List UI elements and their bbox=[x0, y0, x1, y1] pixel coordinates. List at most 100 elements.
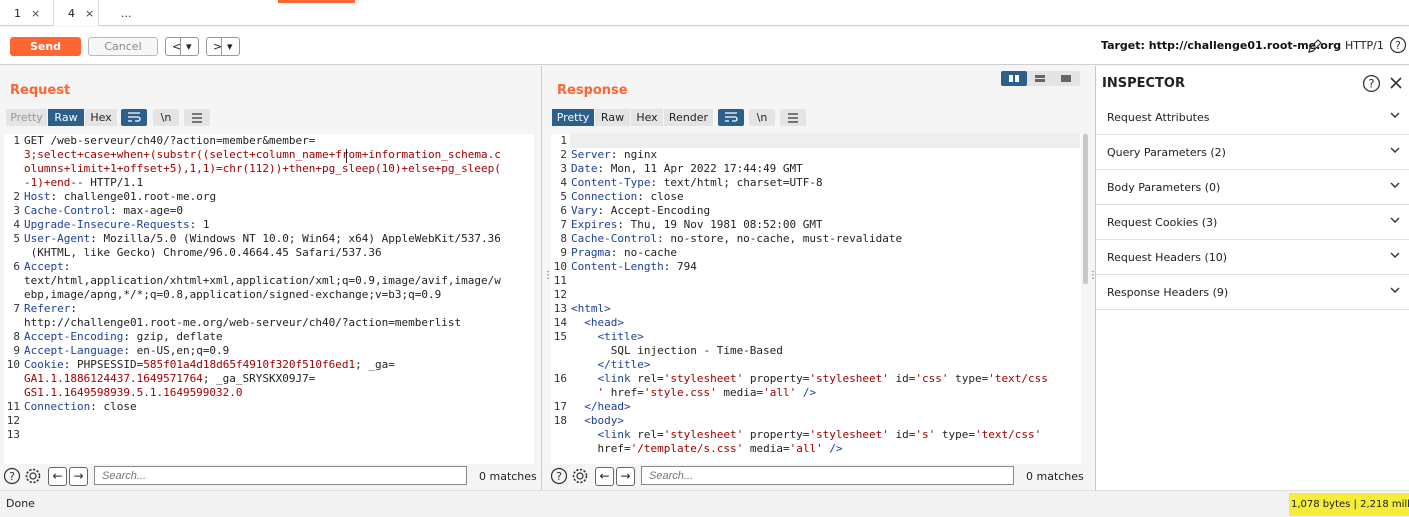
close-icon[interactable] bbox=[1389, 76, 1403, 90]
back-menu-icon[interactable]: ▾ bbox=[186, 38, 192, 55]
line-text: <head> bbox=[571, 316, 624, 330]
code-token: : Mozilla/5.0 (Windows NT 10.0; Win64; x… bbox=[90, 232, 501, 245]
response-search-input[interactable] bbox=[641, 466, 1014, 485]
search-next-button[interactable]: → bbox=[69, 467, 88, 486]
search-next-button[interactable]: → bbox=[616, 467, 635, 486]
tab-pretty[interactable]: Pretty bbox=[552, 109, 594, 126]
newline-toggle[interactable]: \n bbox=[153, 109, 179, 126]
line-text: GS1.1.1649598939.5.1.1649599032.0 bbox=[24, 386, 243, 400]
code-token: rel= bbox=[637, 428, 664, 441]
code-line: 5 Connection: close bbox=[551, 190, 1081, 204]
chevron-down-icon[interactable] bbox=[1390, 213, 1400, 230]
code-token: ' bbox=[571, 386, 611, 399]
pencil-icon[interactable] bbox=[1306, 37, 1324, 55]
code-line: 9 Pragma: no-cache bbox=[551, 246, 1081, 260]
response-editor[interactable]: 1HTTP/1.1 200 OK2Server: nginx3Date: Mon… bbox=[551, 134, 1081, 464]
inspector-panel: INSPECTOR ? Request Attributes Query Par… bbox=[1095, 66, 1409, 490]
line-number: 15 bbox=[553, 330, 567, 343]
code-token: 585f01a4d18d65f4910f320f510f6ed1 bbox=[143, 358, 356, 371]
code-token: 'text/css' bbox=[975, 428, 1042, 441]
tab-hex[interactable]: Hex bbox=[631, 109, 663, 126]
newline-toggle[interactable]: \n bbox=[749, 109, 775, 126]
tab-render[interactable]: Render bbox=[664, 109, 713, 126]
code-token: Host bbox=[24, 190, 51, 203]
menu-icon[interactable] bbox=[780, 109, 806, 126]
cancel-button[interactable]: Cancel bbox=[88, 37, 158, 56]
code-token: olumns+limit+1+offset+5),1,1)=chr(112))+… bbox=[24, 162, 501, 175]
send-button[interactable]: Send bbox=[10, 37, 81, 56]
wrap-icon[interactable] bbox=[121, 109, 147, 126]
line-number: 12 bbox=[553, 288, 567, 301]
code-line: 3;select+case+when+(substr((select+colum… bbox=[4, 148, 534, 162]
tab-raw[interactable]: Raw bbox=[48, 109, 84, 126]
chevron-down-icon[interactable] bbox=[1390, 283, 1400, 300]
inspector-section-request-cookies[interactable]: Request Cookies (3) bbox=[1096, 205, 1409, 240]
line-number: 3 bbox=[13, 204, 20, 217]
active-tab-indicator bbox=[278, 0, 355, 3]
help-icon[interactable]: ? bbox=[550, 467, 568, 485]
menu-icon[interactable] bbox=[184, 109, 210, 126]
request-editor[interactable]: 1 GET /web-serveur/ch40/?action=member&me… bbox=[4, 134, 534, 464]
layout-stacked-icon[interactable] bbox=[1027, 71, 1053, 86]
line-number: 2 bbox=[560, 148, 567, 161]
close-icon[interactable]: × bbox=[31, 7, 40, 20]
code-token: : en-US,en;q=0.9 bbox=[123, 344, 230, 357]
chevron-down-icon[interactable] bbox=[1390, 248, 1400, 265]
line-text: ebp,image/apng,*/*;q=0.8,application/sig… bbox=[24, 288, 441, 302]
tab-4[interactable]: 4 × bbox=[53, 0, 99, 26]
line-text: Accept-Language: en-US,en;q=0.9 bbox=[24, 344, 229, 358]
inspector-section-body-parameters[interactable]: Body Parameters (0) bbox=[1096, 170, 1409, 205]
code-token: rel= bbox=[637, 372, 664, 385]
forward-menu-icon[interactable]: ▾ bbox=[227, 38, 233, 55]
panel-divider[interactable] bbox=[541, 66, 542, 490]
tab-more[interactable]: ... bbox=[121, 0, 132, 26]
http-version[interactable]: HTTP/1 bbox=[1345, 39, 1384, 52]
code-token: : text/html; charset=UTF-8 bbox=[650, 176, 823, 189]
forward-button[interactable]: > ▾ bbox=[206, 37, 240, 56]
code-line: <link rel='stylesheet' property='stylesh… bbox=[551, 428, 1081, 442]
layout-split-icon[interactable] bbox=[1001, 71, 1027, 86]
chevron-down-icon[interactable] bbox=[1390, 178, 1400, 195]
line-number: 5 bbox=[560, 190, 567, 203]
back-button[interactable]: < ▾ bbox=[165, 37, 199, 56]
inspector-section-request-attributes[interactable]: Request Attributes bbox=[1096, 100, 1409, 135]
settings-gear-icon[interactable] bbox=[571, 467, 589, 485]
code-token: 'text/css bbox=[988, 372, 1048, 385]
settings-gear-icon[interactable] bbox=[24, 467, 42, 485]
code-line: (KHTML, like Gecko) Chrome/96.0.4664.45 … bbox=[4, 246, 534, 260]
help-icon[interactable]: ? bbox=[1362, 74, 1381, 93]
text-cursor bbox=[346, 149, 347, 163]
code-token: Content-Length bbox=[571, 260, 664, 273]
tab-raw[interactable]: Raw bbox=[595, 109, 630, 126]
tab-pretty[interactable]: Pretty bbox=[6, 109, 47, 126]
inspector-section-response-headers[interactable]: Response Headers (9) bbox=[1096, 275, 1409, 310]
help-icon[interactable]: ? bbox=[1389, 36, 1407, 54]
code-token: ; _ga= bbox=[355, 358, 395, 371]
search-previous-button[interactable]: ← bbox=[595, 467, 614, 486]
line-number: 2 bbox=[13, 190, 20, 203]
code-token: : max-age=0 bbox=[110, 204, 183, 217]
close-icon[interactable]: × bbox=[85, 7, 94, 20]
request-search-input[interactable] bbox=[94, 466, 467, 485]
line-text: (KHTML, like Gecko) Chrome/96.0.4664.45 … bbox=[24, 246, 382, 260]
layout-single-icon[interactable] bbox=[1053, 71, 1079, 86]
code-token: (KHTML, like Gecko) Chrome/96.0.4664.45 … bbox=[24, 246, 382, 259]
response-scrollbar[interactable] bbox=[1083, 134, 1088, 284]
search-previous-button[interactable]: ← bbox=[48, 467, 67, 486]
line-text: href='/template/s.css' media='all' /> bbox=[571, 442, 842, 456]
code-line: GA1.1.1886124437.1649571764; _ga_SRYSKX0… bbox=[4, 372, 534, 386]
tab-1[interactable]: 1 × bbox=[14, 0, 40, 26]
code-token: GS1.1.1649598939.5.1.1649599032.0 bbox=[24, 386, 243, 399]
code-token: media= bbox=[749, 442, 790, 455]
line-number: 6 bbox=[560, 204, 567, 217]
help-icon[interactable]: ? bbox=[3, 467, 21, 485]
layout-switcher[interactable] bbox=[1001, 71, 1080, 86]
request-matches: 0 matches bbox=[479, 470, 537, 483]
chevron-down-icon[interactable] bbox=[1390, 143, 1400, 160]
inspector-section-request-headers[interactable]: Request Headers (10) bbox=[1096, 240, 1409, 275]
tab-hex[interactable]: Hex bbox=[85, 109, 117, 126]
chevron-down-icon[interactable] bbox=[1390, 108, 1400, 125]
inspector-section-query-parameters[interactable]: Query Parameters (2) bbox=[1096, 135, 1409, 170]
line-text: </head> bbox=[571, 400, 630, 414]
wrap-icon[interactable] bbox=[718, 109, 744, 126]
